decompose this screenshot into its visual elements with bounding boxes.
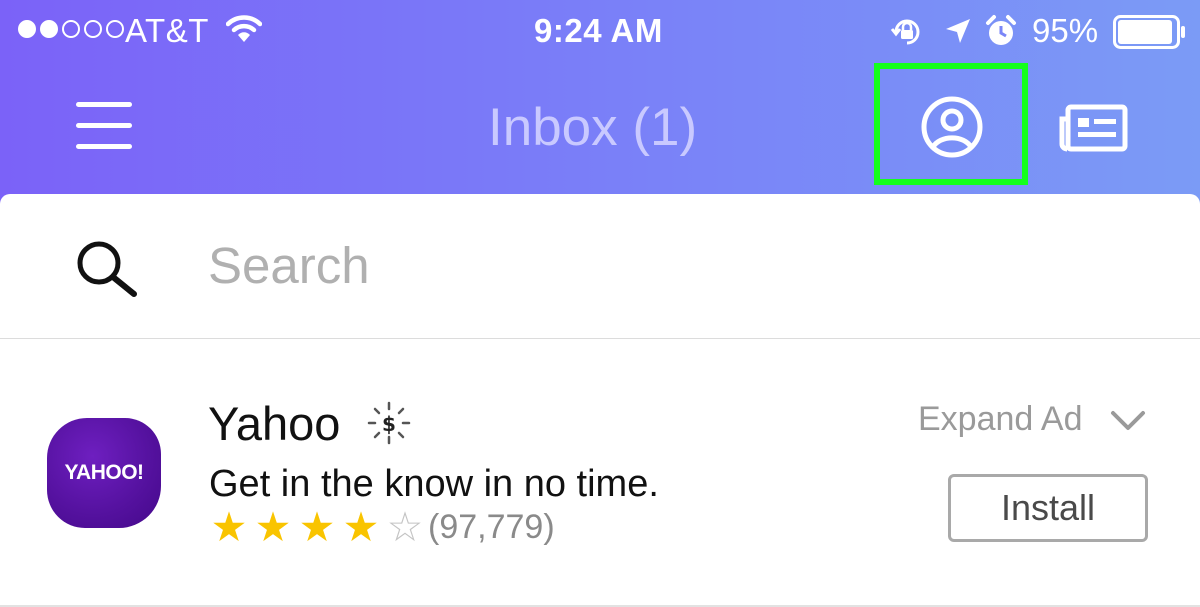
rating-count: (97,779) [428, 508, 555, 546]
rotation-lock-icon [890, 15, 924, 54]
svg-text:$: $ [382, 412, 396, 436]
hamburger-line [76, 123, 132, 128]
signal-dot [84, 20, 102, 38]
profile-button[interactable] [874, 63, 1028, 185]
star-rating: ★ ★ ★ ★ ☆ [207, 505, 427, 549]
app-logo-text: YAHOO! [64, 461, 144, 484]
star-filled-icon: ★ [342, 504, 380, 550]
hamburger-line [76, 144, 132, 149]
star-filled-icon: ★ [210, 504, 248, 550]
search-icon[interactable] [74, 240, 140, 303]
star-filled-icon: ★ [298, 504, 336, 550]
signal-strength-indicator [18, 20, 124, 38]
wifi-icon [225, 14, 263, 49]
signal-dot [62, 20, 80, 38]
search-bar [0, 194, 1200, 339]
content-card: YAHOO! Yahoo $ Get in the know in no tim… [0, 194, 1200, 607]
carrier-name: AT&T [125, 12, 209, 49]
news-icon [1059, 104, 1128, 152]
install-button[interactable]: Install [948, 474, 1148, 542]
ad-tagline: Get in the know in no time. [209, 463, 659, 505]
signal-dot [106, 20, 124, 38]
location-icon [944, 17, 972, 50]
clock-time: 9:24 AM [534, 12, 663, 49]
page-title: Inbox (1) [488, 98, 698, 157]
hamburger-menu-icon [76, 102, 132, 107]
star-filled-icon: ★ [254, 504, 292, 550]
signal-dot [18, 20, 36, 38]
header: AT&T 9:24 AM 95% Inbox (1) [0, 0, 1200, 215]
alarm-icon [985, 14, 1017, 53]
signal-dot [40, 20, 58, 38]
sponsored-dollar-icon: $ [366, 400, 412, 451]
news-button[interactable] [1058, 104, 1128, 157]
profile-icon [921, 96, 983, 158]
sponsored-ad[interactable]: YAHOO! Yahoo $ Get in the know in no tim… [0, 340, 1200, 607]
search-input[interactable] [208, 230, 1108, 300]
yahoo-app-icon: YAHOO! [47, 418, 161, 528]
menu-button[interactable] [72, 98, 136, 154]
battery-icon [1113, 15, 1187, 54]
status-bar: AT&T 9:24 AM 95% [0, 0, 1200, 62]
expand-ad-link[interactable]: Expand Ad [918, 400, 1082, 439]
star-empty-icon: ☆ [386, 504, 424, 550]
app-name: Yahoo [208, 397, 341, 450]
chevron-down-icon[interactable] [1110, 410, 1146, 437]
battery-percent: 95% [1032, 12, 1099, 49]
